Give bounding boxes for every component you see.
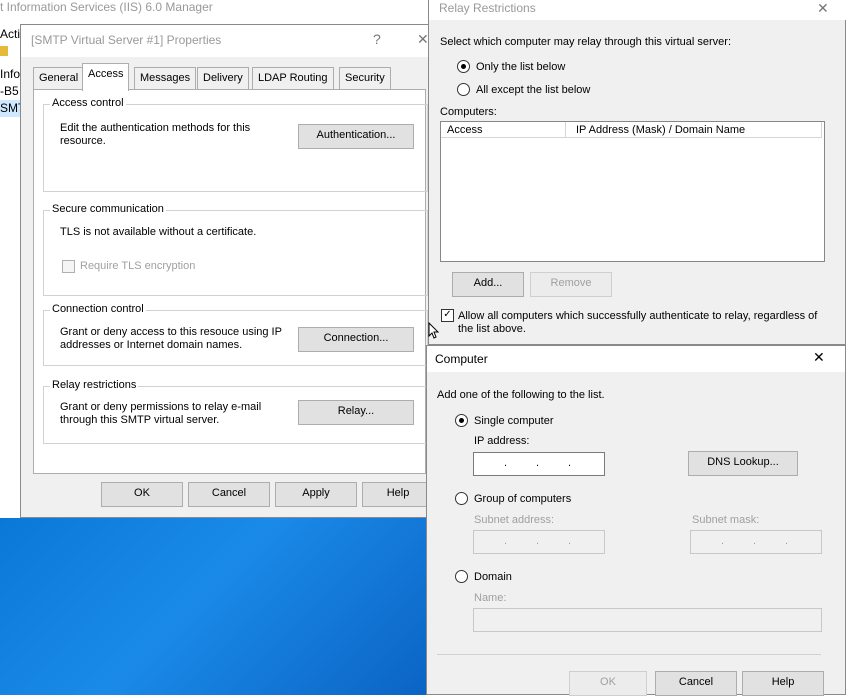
connection-control-desc: Grant or deny access to this resouce usi… [60, 326, 282, 351]
cancel-button[interactable]: Cancel [188, 482, 270, 507]
tab-general[interactable]: General [33, 67, 85, 90]
require-tls-label: Require TLS encryption [80, 260, 196, 272]
iis-tree: Actio Info -B5 SMT [0, 20, 20, 140]
cancel-button[interactable]: Cancel [655, 671, 737, 696]
computers-list[interactable]: Access IP Address (Mask) / Domain Name [440, 121, 825, 262]
help-button[interactable]: Help [742, 671, 824, 696]
single-computer-radio[interactable] [455, 414, 468, 427]
secure-communication-label: Secure communication [50, 203, 166, 215]
relay-restrictions-desc: Grant or deny permissions to relay e-mai… [60, 401, 262, 426]
domain-label: Domain [474, 571, 512, 583]
help-button[interactable]: Help [362, 482, 434, 507]
relay-title: Relay Restrictions [439, 1, 536, 15]
close-icon[interactable]: ✕ [417, 31, 429, 48]
apply-button[interactable]: Apply [275, 482, 357, 507]
ok-button[interactable]: OK [569, 671, 647, 696]
tab-delivery[interactable]: Delivery [197, 67, 249, 90]
single-computer-label: Single computer [474, 415, 554, 427]
toolbar-icons[interactable] [0, 43, 20, 60]
close-icon[interactable]: ✕ [817, 0, 829, 17]
tree-item-selected[interactable]: SMT [0, 100, 20, 117]
relay-button[interactable]: Relay... [298, 400, 414, 425]
properties-title: [SMTP Virtual Server #1] Properties [31, 33, 222, 47]
subnet-address-input[interactable]: ... [473, 530, 605, 554]
computer-title-bar[interactable]: Computer ✕ [427, 346, 845, 372]
tab-messages[interactable]: Messages [134, 67, 197, 90]
computer-prompt: Add one of the following to the list. [437, 389, 605, 401]
desktop-background [0, 518, 432, 695]
relay-title-bar[interactable]: Relay Restrictions ✕ [429, 0, 846, 20]
dns-lookup-button[interactable]: DNS Lookup... [688, 451, 798, 476]
domain-radio[interactable] [455, 570, 468, 583]
add-button[interactable]: Add... [452, 272, 524, 297]
only-list-label: Only the list below [476, 61, 566, 73]
computers-label: Computers: [440, 106, 497, 118]
properties-title-bar[interactable]: [SMTP Virtual Server #1] Properties ? ✕ [21, 25, 431, 57]
computer-title: Computer [435, 352, 488, 366]
tls-status-text: TLS is not available without a certifica… [60, 226, 257, 238]
help-icon[interactable]: ? [373, 31, 381, 47]
secure-communication-group: Secure communication TLS is not availabl… [43, 203, 428, 296]
subnet-mask-label: Subnet mask: [692, 514, 760, 526]
tab-ldap-routing[interactable]: LDAP Routing [252, 67, 334, 90]
domain-name-input[interactable] [473, 608, 822, 632]
tree-item[interactable]: -B5 [0, 83, 20, 100]
authentication-button[interactable]: Authentication... [298, 124, 414, 149]
tab-security[interactable]: Security [339, 67, 391, 90]
column-header-ip-domain[interactable]: IP Address (Mask) / Domain Name [566, 122, 822, 138]
access-control-desc: Edit the authentication methods for this… [60, 122, 251, 147]
allow-authenticated-label: Allow all computers which successfully a… [458, 310, 818, 335]
connection-button[interactable]: Connection... [298, 327, 414, 352]
subnet-address-label: Subnet address: [474, 514, 555, 526]
group-computers-label: Group of computers [474, 493, 572, 505]
mouse-cursor-icon [428, 322, 440, 339]
ok-button[interactable]: OK [101, 482, 183, 507]
tree-item[interactable]: Actio [0, 26, 20, 43]
ip-address-label: IP address: [474, 435, 530, 447]
group-computers-radio[interactable] [455, 492, 468, 505]
iis-manager-title: t Information Services (IIS) 6.0 Manager [0, 0, 432, 18]
relay-restrictions-label: Relay restrictions [50, 379, 139, 391]
subnet-mask-input[interactable]: ... [690, 530, 822, 554]
access-control-label: Access control [50, 97, 126, 109]
footer-divider [437, 654, 821, 655]
allow-authenticated-checkbox[interactable]: ✓ [441, 309, 454, 322]
tab-access[interactable]: Access [82, 63, 130, 91]
relay-prompt: Select which computer may relay through … [440, 36, 732, 48]
only-list-radio[interactable] [457, 60, 470, 73]
name-label: Name: [474, 592, 507, 604]
column-header-access[interactable]: Access [441, 122, 566, 138]
remove-button[interactable]: Remove [530, 272, 612, 297]
close-icon[interactable]: ✕ [813, 349, 825, 366]
require-tls-checkbox[interactable] [62, 260, 75, 273]
ip-address-input[interactable]: ... [473, 452, 605, 476]
all-except-radio[interactable] [457, 83, 470, 96]
all-except-label: All except the list below [476, 84, 591, 96]
tree-item[interactable]: Info [0, 66, 20, 83]
connection-control-label: Connection control [50, 303, 146, 315]
